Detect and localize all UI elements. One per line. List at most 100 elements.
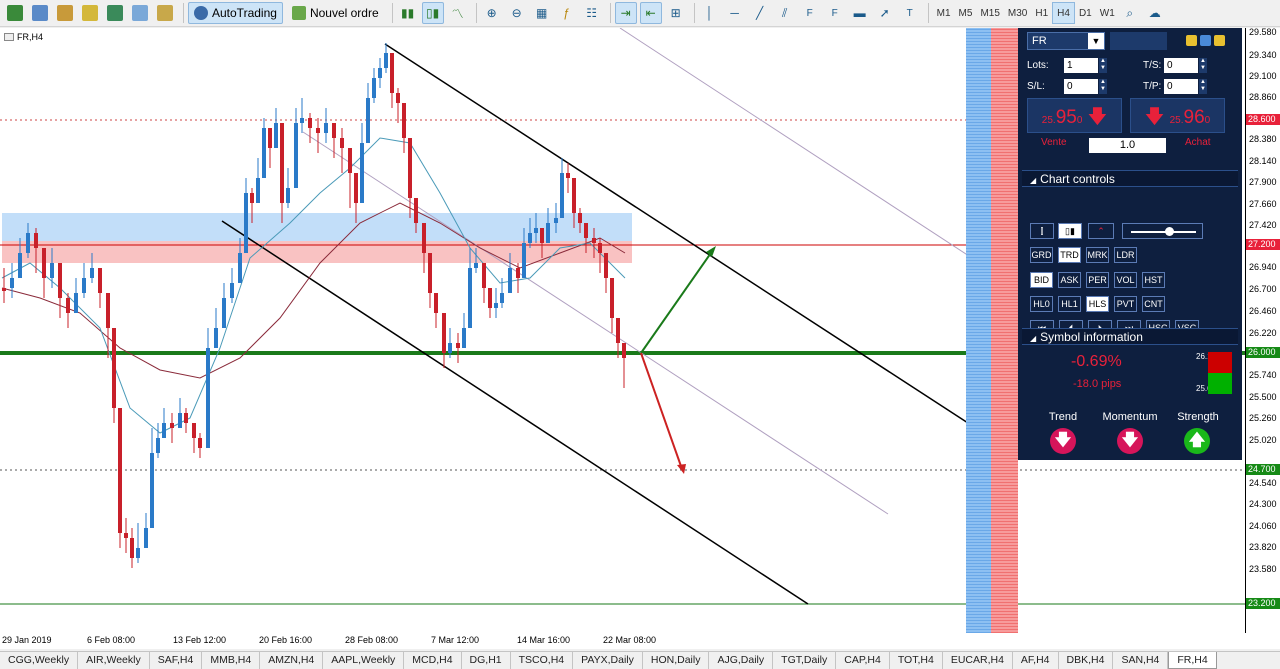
chart-control-vol[interactable]: VOL [1114, 272, 1137, 288]
settings-icon[interactable] [1186, 35, 1197, 46]
chart-control-pvt[interactable]: PVT [1114, 296, 1137, 312]
timeframe-m5[interactable]: M5 [955, 2, 977, 24]
chart-tab[interactable]: AIR,Weekly [78, 652, 150, 669]
periodicity-icon[interactable]: ⊞ [665, 2, 687, 24]
chart-shift-icon[interactable]: ⇤ [639, 2, 662, 24]
lots-input[interactable]: 1 [1064, 58, 1098, 73]
chart-control-hls[interactable]: HLS [1086, 296, 1109, 312]
chart-tab[interactable]: TOT,H4 [890, 652, 943, 669]
zoom-out-icon[interactable]: ⊖ [506, 2, 528, 24]
sell-button[interactable]: 25.950 🡇 [1027, 98, 1122, 133]
chart-tab[interactable]: DG,H1 [462, 652, 511, 669]
stop-loss-input[interactable]: 0 [1064, 79, 1098, 94]
take-profit-spinner[interactable]: ▲ ▼ [1199, 79, 1207, 94]
lots-spinner[interactable]: ▲ ▼ [1099, 58, 1107, 73]
indicators-icon[interactable]: ƒ [556, 2, 578, 24]
symbol-select[interactable]: FR ▼ [1027, 32, 1105, 50]
line-chart-icon[interactable]: 〽 [447, 2, 469, 24]
timeframe-m15[interactable]: M15 [976, 2, 1003, 24]
zoom-in-icon[interactable]: ⊕ [481, 2, 503, 24]
chart-tab[interactable]: TSCO,H4 [511, 652, 574, 669]
chart-tab[interactable]: EUCAR,H4 [943, 652, 1013, 669]
bearish-projection-arrow[interactable] [640, 352, 683, 470]
timeframe-h4[interactable]: H4 [1052, 2, 1075, 24]
autotrading-button[interactable]: AutoTrading [188, 2, 283, 24]
rectangle-icon[interactable]: ▬ [849, 2, 871, 24]
info-icon[interactable] [1200, 35, 1211, 46]
tile-windows-icon[interactable]: ▦ [531, 2, 553, 24]
chart-window[interactable]: FR,H4 FR ▼ Lots: 1 ▲ ▼ T/S: 0 ▲ ▼ S/L: 0 ▲ ▼… [0, 27, 1280, 649]
new-chart-icon[interactable] [4, 2, 26, 24]
candle-type-icon[interactable]: ⫿ [1030, 223, 1054, 239]
terminal-icon[interactable] [129, 2, 151, 24]
zoom-slider[interactable] [1122, 223, 1203, 239]
candle-color-icon[interactable]: ▯▮ [1058, 223, 1082, 239]
data-window-icon[interactable] [79, 2, 101, 24]
chart-control-ask[interactable]: ASK [1058, 272, 1081, 288]
symbol-information-header[interactable]: ◢ Symbol information [1022, 328, 1238, 345]
chart-tab[interactable]: MMB,H4 [202, 652, 261, 669]
chart-tab[interactable]: SAN,H4 [1113, 652, 1169, 669]
window-icon[interactable] [1214, 35, 1225, 46]
chart-tab[interactable]: DBK,H4 [1059, 652, 1114, 669]
chart-control-mrk[interactable]: MRK [1086, 247, 1109, 263]
bullish-projection-arrow[interactable] [640, 249, 714, 354]
trailing-stop-input[interactable]: 0 [1164, 58, 1198, 73]
chart-tab[interactable]: AAPL,Weekly [323, 652, 405, 669]
lot-size-field[interactable]: 1.0 [1089, 138, 1166, 153]
profiles-icon[interactable] [29, 2, 51, 24]
chart-control-per[interactable]: PER [1086, 272, 1109, 288]
channel-outer-line[interactable] [619, 28, 1019, 289]
text-tool-icon[interactable]: T [899, 2, 921, 24]
navigator-icon[interactable] [104, 2, 126, 24]
chart-tab[interactable]: TGT,Daily [773, 652, 837, 669]
time-axis[interactable]: 29 Jan 2019 6 Feb 08:00 13 Feb 12:00 20 Feb… [0, 633, 1245, 649]
timeframe-h1[interactable]: H1 [1031, 2, 1052, 24]
timeframe-m30[interactable]: M30 [1004, 2, 1031, 24]
chart-tab[interactable]: SAF,H4 [150, 652, 203, 669]
templates-icon[interactable]: ☷ [581, 2, 603, 24]
channel-icon[interactable]: ⫽ [774, 2, 796, 24]
search-icon[interactable]: ⌕ [1119, 2, 1141, 24]
fibonacci-fan-icon[interactable]: F [824, 2, 846, 24]
chart-tab[interactable]: MCD,H4 [404, 652, 462, 669]
chart-control-cnt[interactable]: CNT [1142, 296, 1165, 312]
chart-control-bid[interactable]: BID [1030, 272, 1053, 288]
take-profit-input[interactable]: 0 [1164, 79, 1198, 94]
fibonacci-icon[interactable]: F [799, 2, 821, 24]
chart-control-grd[interactable]: GRD [1030, 247, 1053, 263]
strategy-tester-icon[interactable] [154, 2, 176, 24]
trendline-icon[interactable]: ╱ [749, 2, 771, 24]
timeframe-d1[interactable]: D1 [1075, 2, 1096, 24]
chart-tab[interactable]: HON,Daily [643, 652, 710, 669]
chart-tab[interactable]: CGG,Weekly [0, 652, 79, 669]
candlestick-icon[interactable]: ▯▮ [421, 2, 444, 24]
new-order-button[interactable]: Nouvel ordre [286, 2, 385, 24]
chart-control-hl0[interactable]: HL0 [1030, 296, 1053, 312]
bar-chart-icon[interactable]: ▮▮ [397, 2, 419, 24]
timeframe-m1[interactable]: M1 [933, 2, 955, 24]
chart-control-ldr[interactable]: LDR [1114, 247, 1137, 263]
chart-tab[interactable]: AMZN,H4 [260, 652, 324, 669]
slider-knob[interactable] [1165, 227, 1174, 236]
trailing-stop-spinner[interactable]: ▲ ▼ [1199, 58, 1207, 73]
channel-mid-line[interactable] [302, 131, 889, 515]
chat-icon[interactable]: ☁ [1144, 2, 1166, 24]
price-axis[interactable]: 29.580 29.340 29.100 28.860 28.600 28.380 28.1… [1245, 27, 1280, 633]
chart-control-hst[interactable]: HST [1142, 272, 1165, 288]
cursor-line-icon[interactable]: │ [699, 2, 721, 24]
horizontal-line-icon[interactable]: ─ [724, 2, 746, 24]
chart-control-hl1[interactable]: HL1 [1058, 296, 1081, 312]
channel-lower-line[interactable] [221, 220, 809, 605]
stop-loss-spinner[interactable]: ▲ ▼ [1099, 79, 1107, 94]
chevron-down-icon[interactable]: ▼ [1088, 33, 1104, 49]
arrow-tool-icon[interactable]: ➚ [874, 2, 896, 24]
market-watch-icon[interactable] [54, 2, 76, 24]
buy-button[interactable]: 🡇 25.960 [1130, 98, 1225, 133]
chart-tab[interactable]: AJG,Daily [709, 652, 774, 669]
chart-tab[interactable]: FR,H4 [1168, 652, 1217, 669]
chart-tab[interactable]: AF,H4 [1013, 652, 1059, 669]
chart-tab[interactable]: PAYX,Daily [573, 652, 643, 669]
chart-tab[interactable]: CAP,H4 [836, 652, 890, 669]
timeframe-w1[interactable]: W1 [1096, 2, 1119, 24]
